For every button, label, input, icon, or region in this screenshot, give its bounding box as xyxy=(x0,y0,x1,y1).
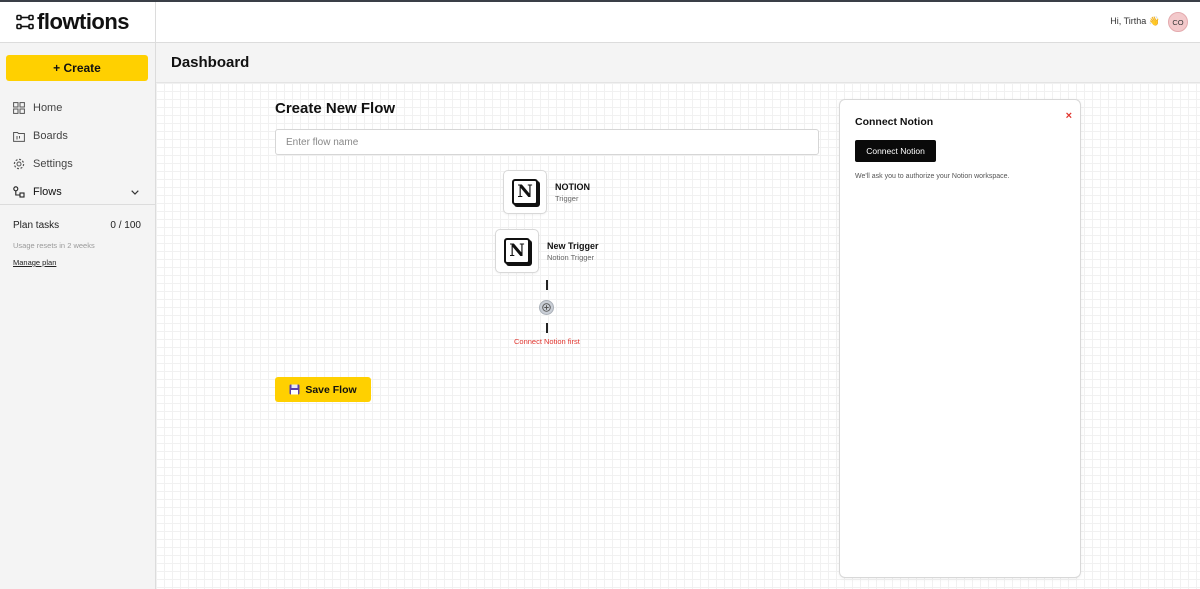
authorize-note: We'll ask you to authorize your Notion w… xyxy=(855,173,1010,180)
connector-line xyxy=(546,323,548,333)
user-greeting: Hi, Tirtha 👋 xyxy=(1110,16,1160,26)
flow-node-app[interactable]: N NOTION Trigger xyxy=(503,170,590,214)
panel-title: Connect Notion xyxy=(855,116,934,128)
avatar[interactable]: CO xyxy=(1168,12,1188,32)
node-name: New Trigger xyxy=(547,240,599,251)
save-flow-button[interactable]: Save Flow xyxy=(275,377,371,402)
sidebar-item-home[interactable]: Home xyxy=(0,94,155,122)
flows-icon xyxy=(12,185,26,199)
flow-node-trigger[interactable]: N New Trigger Notion Trigger xyxy=(495,229,599,273)
flow-nodes-icon xyxy=(16,14,34,30)
floppy-disk-icon xyxy=(289,384,300,395)
chevron-down-icon[interactable] xyxy=(131,186,139,198)
node-subtitle: Notion Trigger xyxy=(547,252,595,262)
create-button[interactable]: + Create xyxy=(6,55,148,81)
node-subtitle: Trigger xyxy=(555,193,579,203)
node-icon-box: N xyxy=(503,170,547,214)
gear-icon xyxy=(12,157,26,171)
sidebar-divider xyxy=(0,204,155,205)
sidebar-item-settings[interactable]: Settings xyxy=(0,150,155,178)
sidebar-item-flows[interactable]: Flows xyxy=(0,178,155,206)
save-flow-label: Save Flow xyxy=(305,383,357,396)
plan-tasks-label: Plan tasks xyxy=(13,220,60,231)
plus-icon xyxy=(542,303,551,312)
sidebar-item-label: Home xyxy=(33,102,63,114)
sidebar-nav: Home Boards Settings Flows xyxy=(0,94,155,206)
notion-icon: N xyxy=(504,238,530,264)
sidebar-item-label: Boards xyxy=(33,130,68,142)
close-icon[interactable]: × xyxy=(1066,110,1072,122)
add-step-button[interactable] xyxy=(539,300,554,315)
manage-plan-link[interactable]: Manage plan xyxy=(13,258,141,267)
brand-name: flowtions xyxy=(37,9,130,34)
sidebar-item-label: Settings xyxy=(33,158,73,170)
notion-icon: N xyxy=(512,179,538,205)
grid-icon xyxy=(12,101,26,115)
node-icon-box: N xyxy=(495,229,539,273)
connector-line xyxy=(546,280,548,290)
plan-tasks-count: 0 / 100 xyxy=(110,220,141,231)
connect-notion-button[interactable]: Connect Notion xyxy=(855,140,936,162)
usage-reset-note: Usage resets in 2 weeks xyxy=(13,241,95,250)
sidebar-item-label: Flows xyxy=(33,186,62,198)
flow-title: Create New Flow xyxy=(275,100,396,117)
page-title: Dashboard xyxy=(171,54,250,71)
connect-panel: Connect Notion × Connect Notion We'll as… xyxy=(839,99,1081,578)
logo[interactable]: flowtions xyxy=(0,2,155,43)
board-icon xyxy=(12,129,26,143)
plan-usage: Plan tasks 0 / 100 Usage resets in 2 wee… xyxy=(13,220,141,267)
page-title-bar: Dashboard xyxy=(156,43,1200,83)
sidebar-item-boards[interactable]: Boards xyxy=(0,122,155,150)
connect-warning: Connect Notion first xyxy=(514,337,580,346)
sidebar: flowtions + Create Home Boards Settings xyxy=(0,2,156,589)
node-name: NOTION xyxy=(555,181,590,192)
flow-name-input[interactable] xyxy=(275,129,819,155)
top-header: Hi, Tirtha 👋 CO xyxy=(156,2,1200,43)
